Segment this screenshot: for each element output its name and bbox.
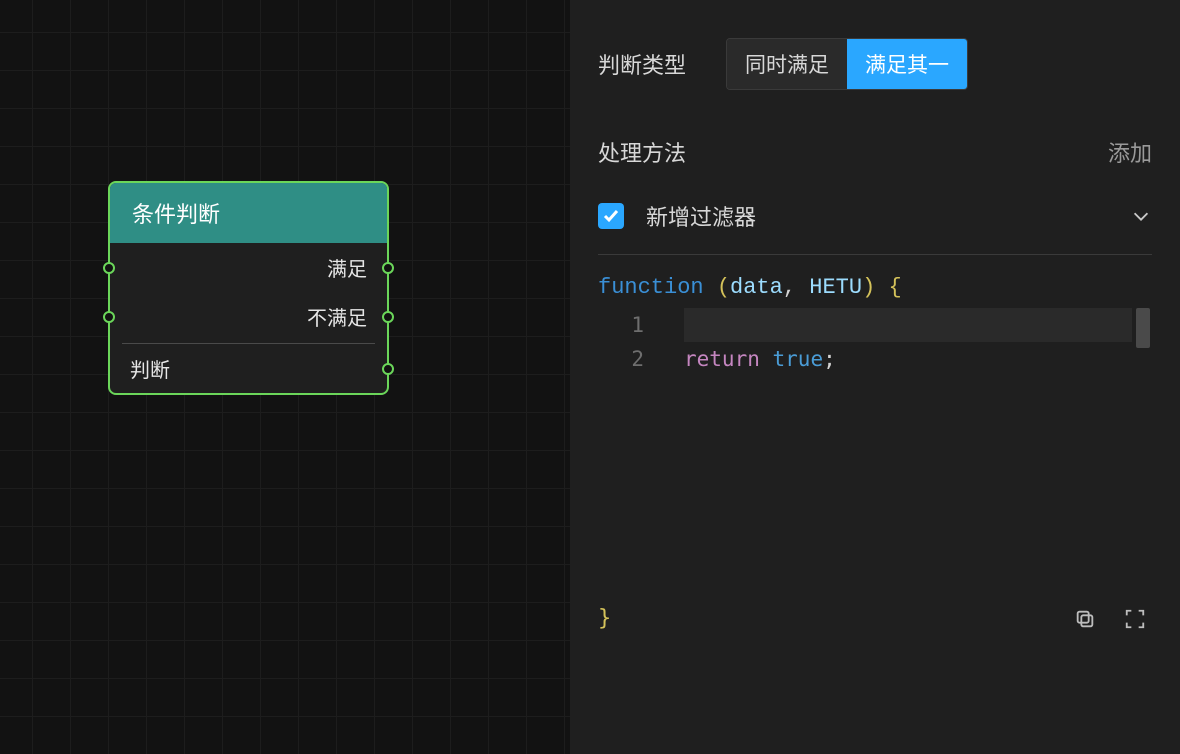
- filter-row: 新增过滤器: [598, 200, 1152, 232]
- code-keyword: return: [684, 347, 760, 371]
- chevron-down-icon[interactable]: [1130, 205, 1152, 227]
- line-number: 2: [598, 342, 644, 376]
- copy-icon[interactable]: [1074, 608, 1096, 630]
- code-paren: ) {: [862, 275, 902, 300]
- seg-option-any[interactable]: 满足其一: [847, 39, 967, 89]
- node-bottom-row: 判断: [110, 344, 387, 393]
- port-out-icon[interactable]: [382, 363, 394, 375]
- active-line-highlight: [684, 308, 1132, 342]
- check-icon: [603, 208, 619, 224]
- code-keyword: function: [598, 275, 704, 300]
- code-line: return true;: [684, 342, 1152, 376]
- line-gutter: 1 2: [598, 308, 656, 376]
- code-footer: }: [598, 598, 1152, 631]
- code-literal: true: [773, 347, 824, 371]
- filter-label: 新增过滤器: [646, 200, 756, 232]
- code-block: function (data, HETU) { 1 2 return true;…: [598, 271, 1152, 631]
- properties-panel: 判断类型 同时满足 满足其一 处理方法 添加 新增过滤器 function (d…: [570, 0, 1180, 754]
- node-output-satisfied: 满足: [110, 243, 387, 292]
- add-method-button[interactable]: 添加: [1108, 136, 1152, 168]
- port-in-icon[interactable]: [103, 262, 115, 274]
- condition-node[interactable]: 条件判断 满足 不满足 判断: [108, 181, 389, 395]
- code-signature: function (data, HETU) {: [598, 271, 1152, 308]
- code-arg: HETU: [809, 275, 862, 300]
- divider: [598, 254, 1152, 255]
- code-close-brace: }: [598, 606, 611, 631]
- node-bottom-label: 判断: [130, 360, 170, 382]
- code-semicolon: ;: [823, 347, 836, 371]
- node-title: 条件判断: [110, 183, 387, 243]
- scrollbar-thumb[interactable]: [1136, 308, 1150, 348]
- method-label: 处理方法: [598, 136, 686, 168]
- port-out-icon[interactable]: [382, 262, 394, 274]
- port-in-icon[interactable]: [103, 311, 115, 323]
- port-out-icon[interactable]: [382, 311, 394, 323]
- judge-type-segmented: 同时满足 满足其一: [726, 38, 968, 90]
- node-output-unsatisfied: 不满足: [110, 292, 387, 341]
- judge-type-row: 判断类型 同时满足 满足其一: [598, 38, 1152, 90]
- judge-type-label: 判断类型: [598, 48, 686, 80]
- flow-canvas[interactable]: 条件判断 满足 不满足 判断: [0, 0, 570, 754]
- node-output-label: 不满足: [307, 308, 367, 330]
- code-arg: data: [730, 275, 783, 300]
- line-number: 1: [598, 308, 644, 342]
- code-paren: (: [717, 275, 730, 300]
- seg-option-all[interactable]: 同时满足: [727, 39, 847, 89]
- fullscreen-icon[interactable]: [1124, 608, 1146, 630]
- filter-checkbox[interactable]: [598, 203, 624, 229]
- code-editor[interactable]: 1 2 return true;: [598, 308, 1152, 598]
- code-comma: ,: [783, 275, 796, 300]
- node-output-label: 满足: [327, 259, 367, 281]
- method-row: 处理方法 添加: [598, 136, 1152, 168]
